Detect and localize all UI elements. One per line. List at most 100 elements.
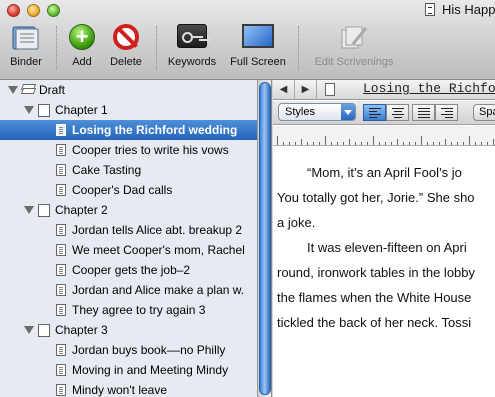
text-document-icon — [56, 304, 66, 316]
align-justify-button[interactable] — [412, 104, 435, 121]
add-button[interactable]: + Add — [64, 22, 100, 72]
binder-document-row[interactable]: Moving in and Meeting Mindy — [0, 360, 257, 380]
binder-document-row[interactable]: Jordan tells Alice abt. breakup 2 — [0, 220, 257, 240]
binder-scroll-thumb[interactable] — [259, 82, 271, 395]
binder-item-label: Jordan buys book––no Philly — [72, 343, 226, 357]
binder-folder-row[interactable]: Chapter 1 — [0, 100, 257, 120]
add-label: Add — [72, 56, 92, 68]
binder-item-label: We meet Cooper's mom, Rachel — [72, 243, 245, 257]
styles-dropdown-label: Styles — [285, 106, 315, 118]
delete-button[interactable]: Delete — [104, 22, 148, 72]
chevron-down-icon — [341, 104, 355, 120]
minimize-window-button[interactable] — [27, 4, 40, 17]
binder-document-row[interactable]: We meet Cooper's mom, Rachel — [0, 240, 257, 260]
binder-document-row[interactable]: Cake Tasting — [0, 160, 257, 180]
align-left-button[interactable] — [363, 104, 386, 121]
binder-document-row[interactable]: Mindy won't leave — [0, 380, 257, 397]
zoom-window-button[interactable] — [47, 4, 60, 17]
toolbar-separator — [56, 26, 57, 70]
binder-folder-row[interactable]: Chapter 3 — [0, 320, 257, 340]
binder-icon — [11, 24, 41, 55]
edit-scrivenings-button[interactable]: Edit Scrivenings — [306, 22, 402, 72]
line-spacing-label: Spa — [479, 106, 495, 118]
binder-document-row[interactable]: Cooper tries to write his vows — [0, 140, 257, 160]
binder-document-row[interactable]: Jordan buys book––no Philly — [0, 340, 257, 360]
text-document-icon — [56, 224, 66, 236]
text-document-icon — [56, 384, 66, 396]
line-spacing-dropdown[interactable]: Spa — [473, 104, 495, 121]
manuscript-text-line: “Mom, it’s an April Fool’s jo — [307, 165, 462, 180]
full-screen-button[interactable]: Full Screen — [226, 22, 290, 72]
editor-pane: ◀ ▶ Losing the Richfo Styles Spa “Mom, i… — [273, 80, 495, 397]
binder-draft-row[interactable]: Draft — [0, 80, 257, 100]
binder-item-label: Cooper tries to write his vows — [72, 143, 229, 157]
align-center-button[interactable] — [386, 104, 409, 121]
toolbar-separator — [156, 26, 157, 70]
disclosure-triangle-icon[interactable] — [24, 106, 34, 114]
binder-item-label: Mindy won't leave — [72, 383, 168, 397]
add-icon: + — [69, 24, 95, 50]
binder-label: Binder — [10, 56, 42, 68]
disclosure-triangle-icon[interactable] — [24, 206, 34, 214]
toolbar-separator — [298, 26, 299, 70]
window-title: His Happ — [442, 2, 495, 17]
text-document-icon — [56, 344, 66, 356]
draft-stack-icon — [20, 84, 37, 96]
document-icon — [325, 83, 335, 96]
binder-item-label: Jordan tells Alice abt. breakup 2 — [72, 223, 243, 237]
keywords-button[interactable]: Keywords — [163, 22, 221, 72]
keywords-label: Keywords — [167, 56, 217, 68]
binder-button[interactable]: Binder — [4, 22, 48, 72]
folder-document-icon — [38, 204, 50, 217]
editor-header-bar: ◀ ▶ Losing the Richfo — [273, 80, 495, 100]
document-title-link[interactable]: Losing the Richfo — [363, 81, 495, 96]
text-document-icon — [56, 364, 66, 376]
manuscript-text-line: It was eleven-fifteen on Apri — [307, 240, 467, 255]
full-screen-label: Full Screen — [230, 56, 286, 68]
text-document-icon — [56, 184, 66, 196]
binder-item-label: They agree to try again 3 — [72, 303, 206, 317]
text-document-icon — [56, 164, 66, 176]
text-editor[interactable]: “Mom, it’s an April Fool’s jo You totally… — [273, 147, 495, 397]
binder-item-label: Draft — [39, 83, 66, 97]
manuscript-text-line: a joke. — [277, 215, 316, 230]
disclosure-triangle-icon[interactable] — [24, 326, 34, 334]
manuscript-text-line: round, ironwork tables in the lobby — [277, 265, 476, 280]
back-arrow-icon[interactable]: ◀ — [273, 80, 295, 100]
text-document-icon — [56, 144, 66, 156]
delete-icon — [113, 24, 139, 50]
text-document-icon — [56, 124, 66, 136]
disclosure-triangle-icon[interactable] — [8, 86, 18, 94]
binder-item-label: Moving in and Meeting Mindy — [72, 363, 229, 377]
binder-document-row[interactable]: Losing the Richford wedding — [0, 120, 257, 140]
binder-document-row[interactable]: Cooper's Dad calls — [0, 180, 257, 200]
binder-item-label: Cake Tasting — [72, 163, 142, 177]
binder-item-label: Jordan and Alice make a plan w. — [72, 283, 245, 297]
binder-scrollbar[interactable] — [257, 80, 271, 397]
binder-item-label: Chapter 3 — [55, 323, 108, 337]
binder-document-row[interactable]: Cooper gets the job–2 — [0, 260, 257, 280]
binder-item-label: Chapter 2 — [55, 203, 108, 217]
folder-document-icon — [38, 324, 50, 337]
binder-item-label: Losing the Richford wedding — [72, 123, 238, 137]
align-right-button[interactable] — [435, 104, 458, 121]
binder-item-label: Cooper gets the job–2 — [72, 263, 191, 277]
manuscript-text-line: You totally got her, Jorie.” She sho — [277, 190, 475, 205]
close-window-button[interactable] — [7, 4, 20, 17]
forward-arrow-icon[interactable]: ▶ — [295, 80, 317, 100]
binder-item-label: Chapter 1 — [55, 103, 108, 117]
text-document-icon — [56, 284, 66, 296]
styles-dropdown[interactable]: Styles — [278, 103, 356, 121]
manuscript-text-line: the flames when the White House — [277, 290, 472, 305]
binder-document-row[interactable]: They agree to try again 3 — [0, 300, 257, 320]
binder-folder-row[interactable]: Chapter 2 — [0, 200, 257, 220]
binder-document-row[interactable]: Jordan and Alice make a plan w. — [0, 280, 257, 300]
edit-scrivenings-label: Edit Scrivenings — [314, 56, 394, 68]
window-toolbar: His Happ Binder + Add Delete Keywords Fu… — [0, 0, 495, 80]
key-icon — [177, 24, 207, 48]
text-document-icon — [56, 244, 66, 256]
folder-document-icon — [38, 104, 50, 117]
ruler[interactable] — [273, 126, 495, 146]
text-document-icon — [56, 264, 66, 276]
delete-label: Delete — [110, 56, 142, 68]
